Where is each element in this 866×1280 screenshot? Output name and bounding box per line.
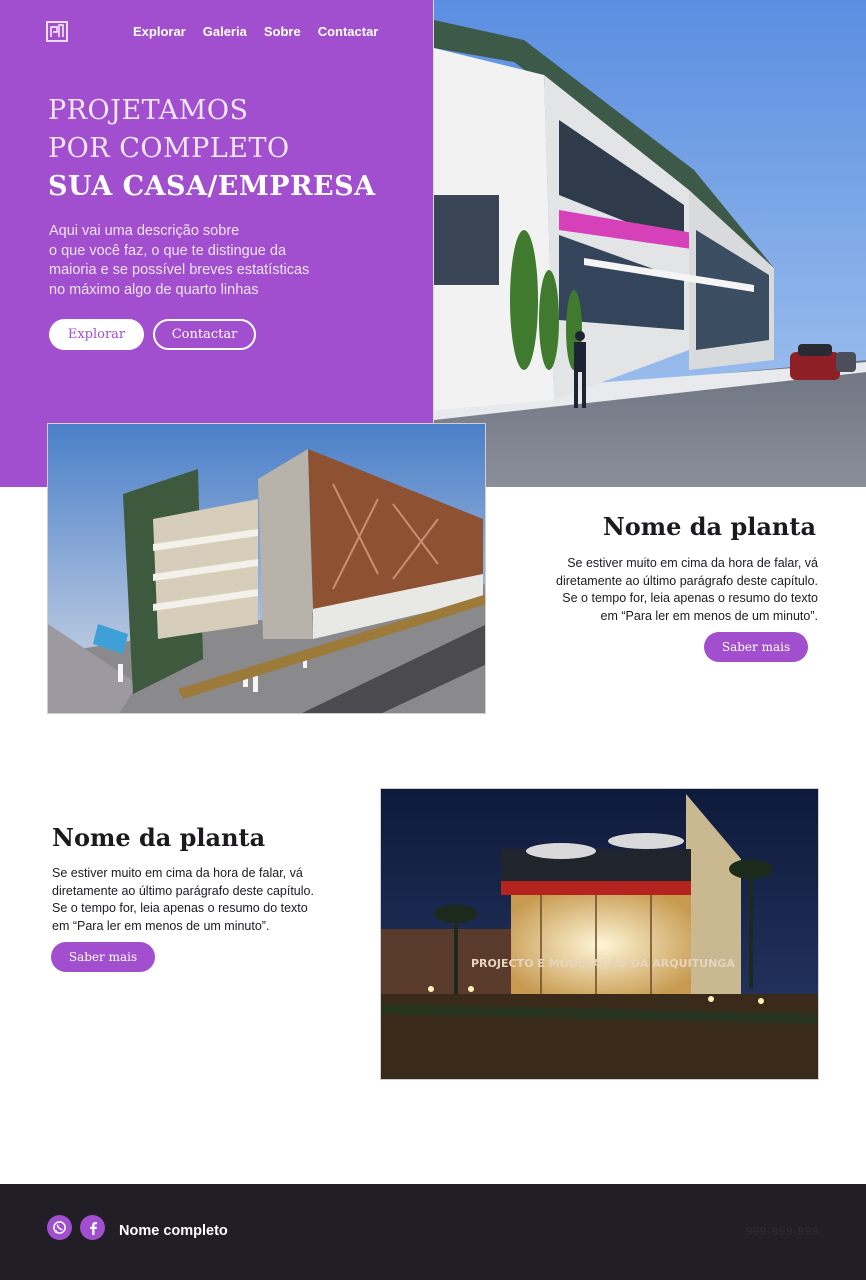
nav-galeria[interactable]: Galeria	[203, 24, 247, 39]
hero-title-line3: SUA CASA/EMPRESA	[48, 171, 376, 202]
project-2-desc-line: Se o tempo for, leia apenas o resumo do …	[52, 901, 308, 915]
project-2-more-button[interactable]: Saber mais	[51, 942, 155, 972]
project-2-desc-line: Se estiver muito em cima da hora de fala…	[52, 866, 303, 880]
project-1-more-button[interactable]: Saber mais	[704, 632, 808, 662]
main-nav: Explorar Galeria Sobre Contactar	[133, 24, 395, 39]
nav-sobre[interactable]: Sobre	[264, 24, 301, 39]
project-2-image: PROJECTO E MODELAÇÃO DA ARQUITUNGA	[380, 788, 819, 1080]
nav-contactar[interactable]: Contactar	[318, 24, 379, 39]
hero-title: PROJETAMOS POR COMPLETO SUA CASA/EMPRESA	[48, 92, 376, 206]
whatsapp-icon[interactable]	[47, 1215, 72, 1240]
footer-name: Nome completo	[119, 1223, 228, 1239]
project-1-desc-line: diretamente ao último parágrafo deste ca…	[556, 573, 818, 588]
explore-button[interactable]: Explorar	[49, 319, 144, 350]
house-logo-icon[interactable]	[46, 21, 68, 42]
project-1-desc-line: Se o tempo for, leia apenas o resumo do …	[562, 591, 818, 605]
contact-button[interactable]: Contactar	[153, 319, 256, 350]
facebook-icon[interactable]	[80, 1215, 105, 1240]
nav-explorar[interactable]: Explorar	[133, 24, 186, 39]
project-2-desc-line: em “Para ler em menos de um minuto”.	[52, 918, 270, 933]
hero-desc-line: maioria e se possível breves estatística…	[49, 262, 310, 278]
project-2-sign-text: PROJECTO E MODELAÇÃO DA ARQUITUNGA	[471, 957, 735, 970]
hero-desc-line: Aqui vai uma descrição sobre	[49, 223, 240, 239]
project-2-title: Nome da planta	[52, 823, 266, 852]
hero-building-image	[433, 0, 866, 487]
hero-title-line1: PROJETAMOS	[48, 95, 249, 126]
hero-title-line2: POR COMPLETO	[48, 133, 290, 164]
footer-phone[interactable]: 999-999-999	[745, 1224, 819, 1238]
project-1-description: Se estiver muito em cima da hora de fala…	[488, 555, 818, 625]
project-2-desc-line: diretamente ao último parágrafo deste ca…	[52, 883, 314, 898]
project-1-image	[47, 423, 486, 714]
project-1-title: Nome da planta	[602, 512, 816, 541]
project-1-desc-line: Se estiver muito em cima da hora de fala…	[567, 556, 818, 570]
project-2-description: Se estiver muito em cima da hora de fala…	[52, 865, 382, 935]
hero-desc-line: o que você faz, o que te distingue da	[49, 242, 287, 259]
hero-description: Aqui vai uma descrição sobre o que você …	[49, 222, 369, 300]
project-1-desc-line: em “Para ler em menos de um minuto”.	[600, 608, 818, 623]
hero-desc-line: no máximo algo de quarto linhas	[49, 281, 259, 298]
